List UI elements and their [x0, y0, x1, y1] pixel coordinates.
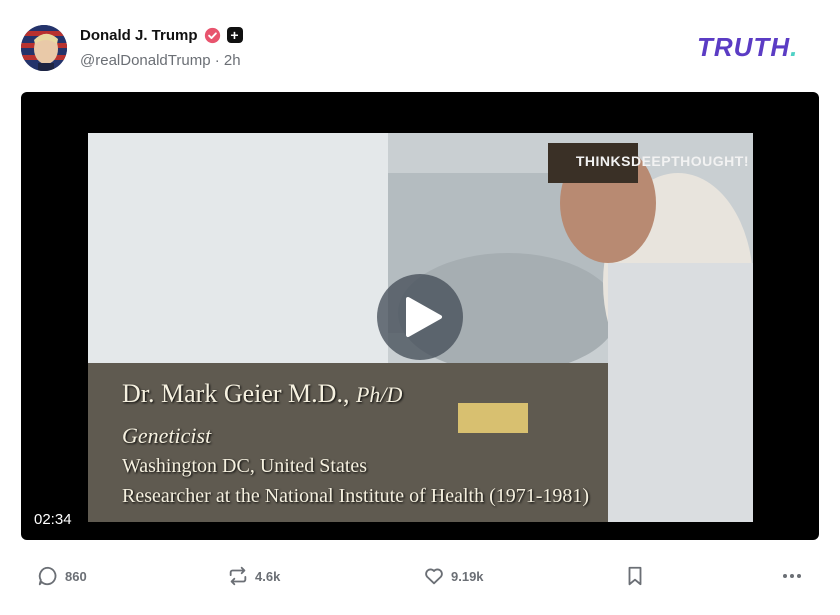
author-meta: @realDonaldTrump · 2h [80, 52, 241, 69]
video-duration: 02:34 [34, 511, 72, 528]
video-watermark: THINKSDEEPTHOUGHT! [575, 153, 749, 169]
play-button[interactable] [377, 274, 463, 360]
caption-name-text: Dr. Mark Geier M.D., [122, 379, 350, 408]
more-icon [783, 574, 801, 578]
bookmark-icon [628, 566, 642, 586]
caption-title: Geneticist [122, 423, 212, 448]
caption-location: Washington DC, United States [122, 455, 368, 477]
author-name[interactable]: Donald J. Trump [80, 27, 198, 44]
verified-badge-icon [204, 27, 220, 43]
bookmark-button[interactable] [624, 560, 652, 592]
reply-count: 860 [65, 568, 87, 584]
like-count: 9.19k [451, 568, 484, 584]
caption-role: Researcher at the National Institute of … [122, 485, 590, 507]
retruth-icon [229, 566, 247, 586]
play-icon [406, 297, 442, 337]
post-time[interactable]: 2h [224, 52, 241, 69]
reply-icon [38, 566, 57, 586]
caption-degree: Ph/D [355, 382, 403, 407]
truth-logo[interactable]: TRUTH. [697, 32, 798, 62]
post-header: Donald J. Trump + @realDonaldTrump · 2h … [0, 0, 840, 90]
logo-dot: . [790, 32, 799, 62]
reply-button[interactable]: 860 [37, 560, 87, 592]
author-handle[interactable]: @realDonaldTrump [80, 52, 211, 69]
more-options-button[interactable] [780, 560, 810, 592]
meta-separator: · [214, 52, 220, 69]
plus-badge-icon: + [226, 27, 243, 43]
logo-text: TRUTH [697, 32, 791, 62]
avatar[interactable] [21, 25, 67, 71]
post-actions: 860 4.6k 9.19k [0, 560, 840, 592]
video-player[interactable]: THINKSDEEPTHOUGHT! Dr. Mark Geier M.D., … [21, 92, 819, 540]
retruth-count: 4.6k [255, 568, 281, 584]
caption-name: Dr. Mark Geier M.D., Ph/D [122, 379, 402, 409]
like-button[interactable]: 9.19k [423, 560, 484, 592]
retruth-button[interactable]: 4.6k [227, 560, 280, 592]
like-icon [425, 568, 443, 585]
